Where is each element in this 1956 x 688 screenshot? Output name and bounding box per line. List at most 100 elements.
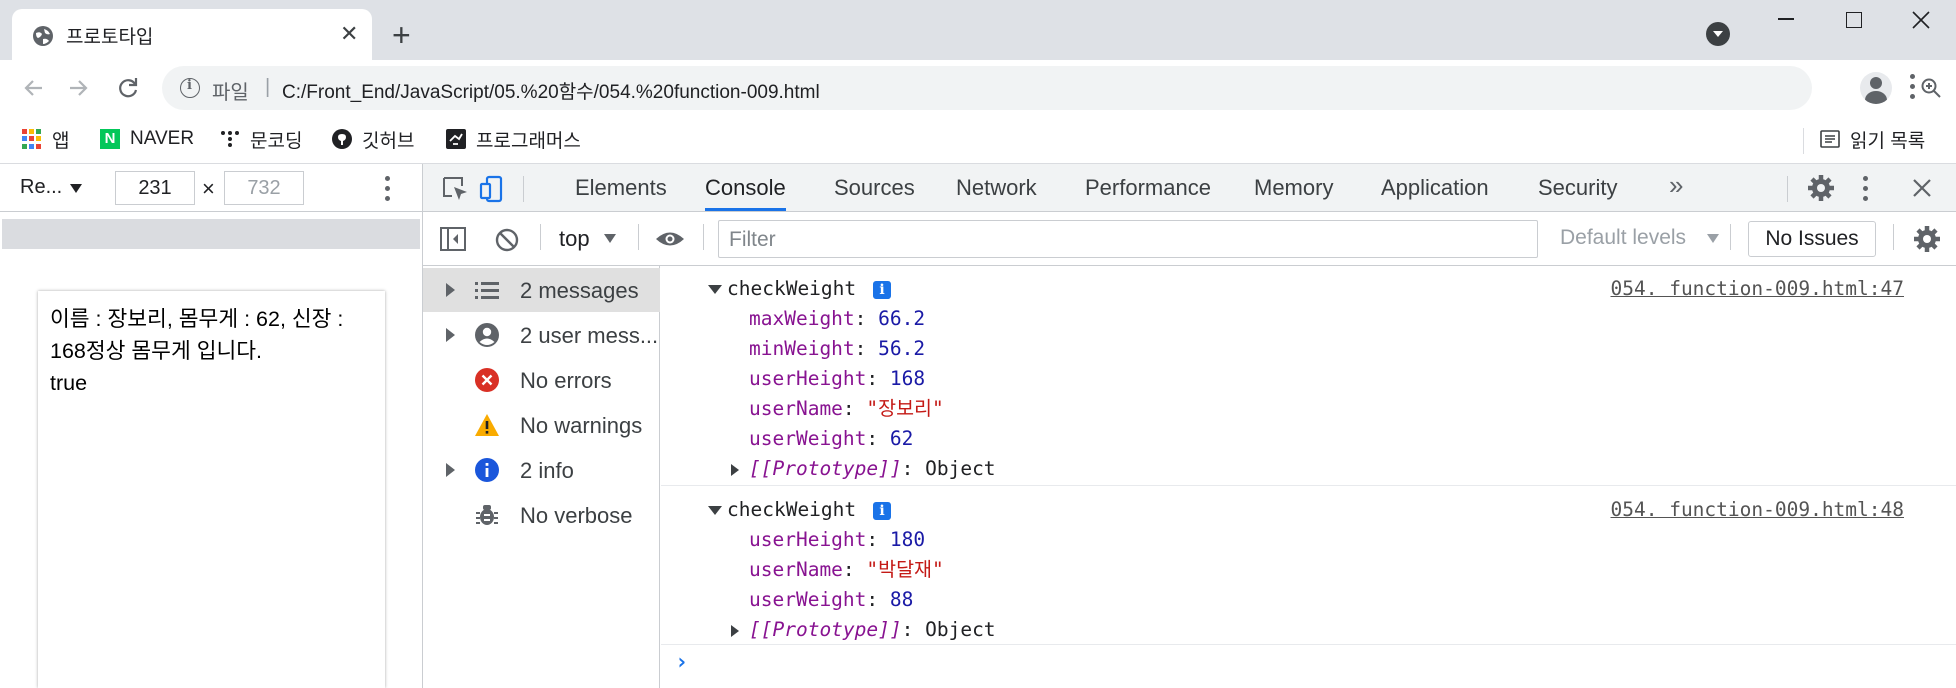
minimize-button[interactable]	[1750, 0, 1820, 40]
maximize-button[interactable]	[1818, 0, 1888, 40]
sidebar-item-messages[interactable]: 2 messages	[423, 268, 660, 312]
address-bar[interactable]: 파일 | C:/Front_End/JavaScript/05.%20함수/05…	[162, 66, 1941, 110]
prototype-row[interactable]: [[Prototype]]: Object	[731, 454, 996, 484]
tab-performance[interactable]: Performance	[1085, 164, 1211, 211]
browser-menu-icon[interactable]	[1910, 74, 1916, 102]
expand-caret-icon[interactable]	[446, 328, 455, 342]
reading-list-button[interactable]: 읽기 목록	[1820, 124, 1925, 154]
source-link[interactable]: 054. function-009.html:48	[1611, 495, 1905, 525]
tab-close-icon[interactable]: ✕	[340, 22, 358, 46]
sidebar-item-verbose[interactable]: No verbose	[423, 493, 660, 537]
sidebar-toggle-icon[interactable]	[440, 227, 466, 251]
tab-application[interactable]: Application	[1381, 164, 1489, 211]
scheme-label: 파일	[212, 82, 249, 104]
devtools-menu-icon[interactable]	[1863, 176, 1869, 204]
list-icon	[475, 282, 499, 299]
back-icon[interactable]	[18, 72, 50, 104]
expand-triangle-icon[interactable]	[731, 464, 739, 476]
console-settings-gear-icon[interactable]	[1913, 225, 1941, 253]
sidebar-item-warnings[interactable]: No warnings	[423, 403, 660, 447]
forward-icon[interactable]	[62, 72, 94, 104]
reading-list-icon	[1820, 130, 1840, 148]
tab-console[interactable]: Console	[705, 164, 786, 211]
property-value: "박달재"	[866, 558, 944, 581]
log-levels-select[interactable]: Default levels	[1560, 226, 1686, 250]
new-tab-button[interactable]: +	[392, 19, 411, 51]
dimension-separator: ×	[202, 176, 215, 201]
object-property: minWeight: 56.2	[749, 337, 926, 360]
collapse-triangle-icon[interactable]	[708, 506, 722, 515]
context-select[interactable]: top	[559, 226, 590, 252]
object-info-icon[interactable]: i	[873, 281, 891, 299]
tab-security[interactable]: Security	[1538, 164, 1617, 211]
chevron-down-icon	[604, 234, 616, 243]
output-line: true	[50, 371, 88, 395]
tab-strip: 프로토타입 ✕ +	[0, 0, 1956, 60]
prototype-key: [[Prototype]]	[749, 618, 902, 641]
bookmark-apps[interactable]: 앱	[22, 124, 69, 154]
tab-sources[interactable]: Sources	[834, 164, 915, 211]
window-close-button[interactable]	[1886, 0, 1956, 40]
viewport-height-input[interactable]: 732	[224, 171, 304, 205]
tab-network[interactable]: Network	[956, 164, 1037, 211]
profile-avatar[interactable]	[1860, 72, 1892, 104]
live-expression-eye-icon[interactable]	[655, 230, 685, 248]
issues-button[interactable]: No Issues	[1748, 221, 1876, 257]
console-prompt-icon[interactable]: ›	[675, 650, 688, 675]
settings-gear-icon[interactable]	[1807, 174, 1835, 202]
site-info-icon[interactable]	[180, 78, 200, 98]
device-select[interactable]: Re...	[20, 176, 62, 199]
tab-elements[interactable]: Elements	[575, 164, 667, 211]
clear-console-icon[interactable]	[494, 227, 520, 253]
console-message: checkWeight i 054. function-009.html:47 …	[661, 266, 1956, 486]
source-link[interactable]: 054. function-009.html:47	[1611, 274, 1905, 304]
bookmark-github[interactable]: 깃허브	[332, 124, 414, 154]
filter-input[interactable]: Filter	[718, 220, 1538, 258]
object-header[interactable]: checkWeight i 054. function-009.html:48	[661, 495, 1956, 525]
device-toggle-icon[interactable]	[478, 174, 508, 204]
expand-triangle-icon[interactable]	[731, 625, 739, 637]
bookmark-naver[interactable]: N NAVER	[100, 124, 194, 154]
device-more-icon[interactable]	[385, 176, 390, 206]
chevron-down-icon	[1707, 234, 1719, 243]
more-tabs-icon[interactable]: »	[1669, 170, 1684, 201]
console-output: checkWeight i 054. function-009.html:47 …	[661, 266, 1956, 688]
tab-memory[interactable]: Memory	[1254, 164, 1333, 211]
device-toolbar: Re... 231 × 732	[0, 164, 422, 212]
bookmark-mooncoding[interactable]: 문코딩	[220, 124, 302, 154]
sidebar-item-info[interactable]: 2 info	[423, 448, 660, 492]
browser-toolbar: 파일 | C:/Front_End/JavaScript/05.%20함수/05…	[0, 60, 1956, 116]
devtools-tabbar: Elements Console Sources Network Perform…	[423, 164, 1956, 212]
inspect-element-icon[interactable]	[440, 174, 470, 204]
sidebar-item-user-messages[interactable]: 2 user mess...	[423, 313, 660, 357]
reload-icon[interactable]	[112, 72, 144, 104]
sidebar-item-label: No errors	[520, 368, 612, 393]
toolbar-separator	[540, 224, 541, 250]
devtools-close-icon[interactable]	[1913, 179, 1931, 197]
property-key: userName	[749, 558, 843, 581]
viewport-width-input[interactable]: 231	[115, 171, 195, 205]
toolbar-separator	[703, 224, 704, 250]
browser-tab[interactable]: 프로토타입 ✕	[12, 9, 372, 60]
expand-caret-icon[interactable]	[446, 283, 455, 297]
expand-caret-icon[interactable]	[446, 463, 455, 477]
object-property: userHeight: 168	[749, 367, 926, 390]
moon-coding-icon	[221, 131, 239, 147]
bookmark-label: NAVER	[130, 128, 195, 149]
url-text[interactable]: C:/Front_End/JavaScript/05.%20함수/054.%20…	[282, 77, 820, 104]
naver-icon: N	[100, 129, 120, 149]
page-output: 이름 : 장보리, 몸무게 : 62, 신장 : 168정상 몸무게 입니다. …	[50, 303, 380, 399]
object-header[interactable]: checkWeight i 054. function-009.html:47	[661, 274, 1956, 304]
property-value: 168	[889, 367, 926, 390]
tab-search-icon[interactable]	[1706, 22, 1730, 46]
property-key: minWeight	[749, 337, 855, 360]
zoom-icon[interactable]	[1919, 76, 1943, 100]
bookmark-programmers[interactable]: 프로그래머스	[446, 124, 581, 154]
media-query-ruler[interactable]	[2, 219, 420, 249]
collapse-triangle-icon[interactable]	[708, 285, 722, 294]
prototype-row[interactable]: [[Prototype]]: Object	[731, 615, 996, 645]
sidebar-item-errors[interactable]: No errors	[423, 358, 660, 402]
object-info-icon[interactable]: i	[873, 502, 891, 520]
bug-icon	[476, 505, 498, 525]
object-property: userName: "박달재"	[749, 558, 944, 581]
